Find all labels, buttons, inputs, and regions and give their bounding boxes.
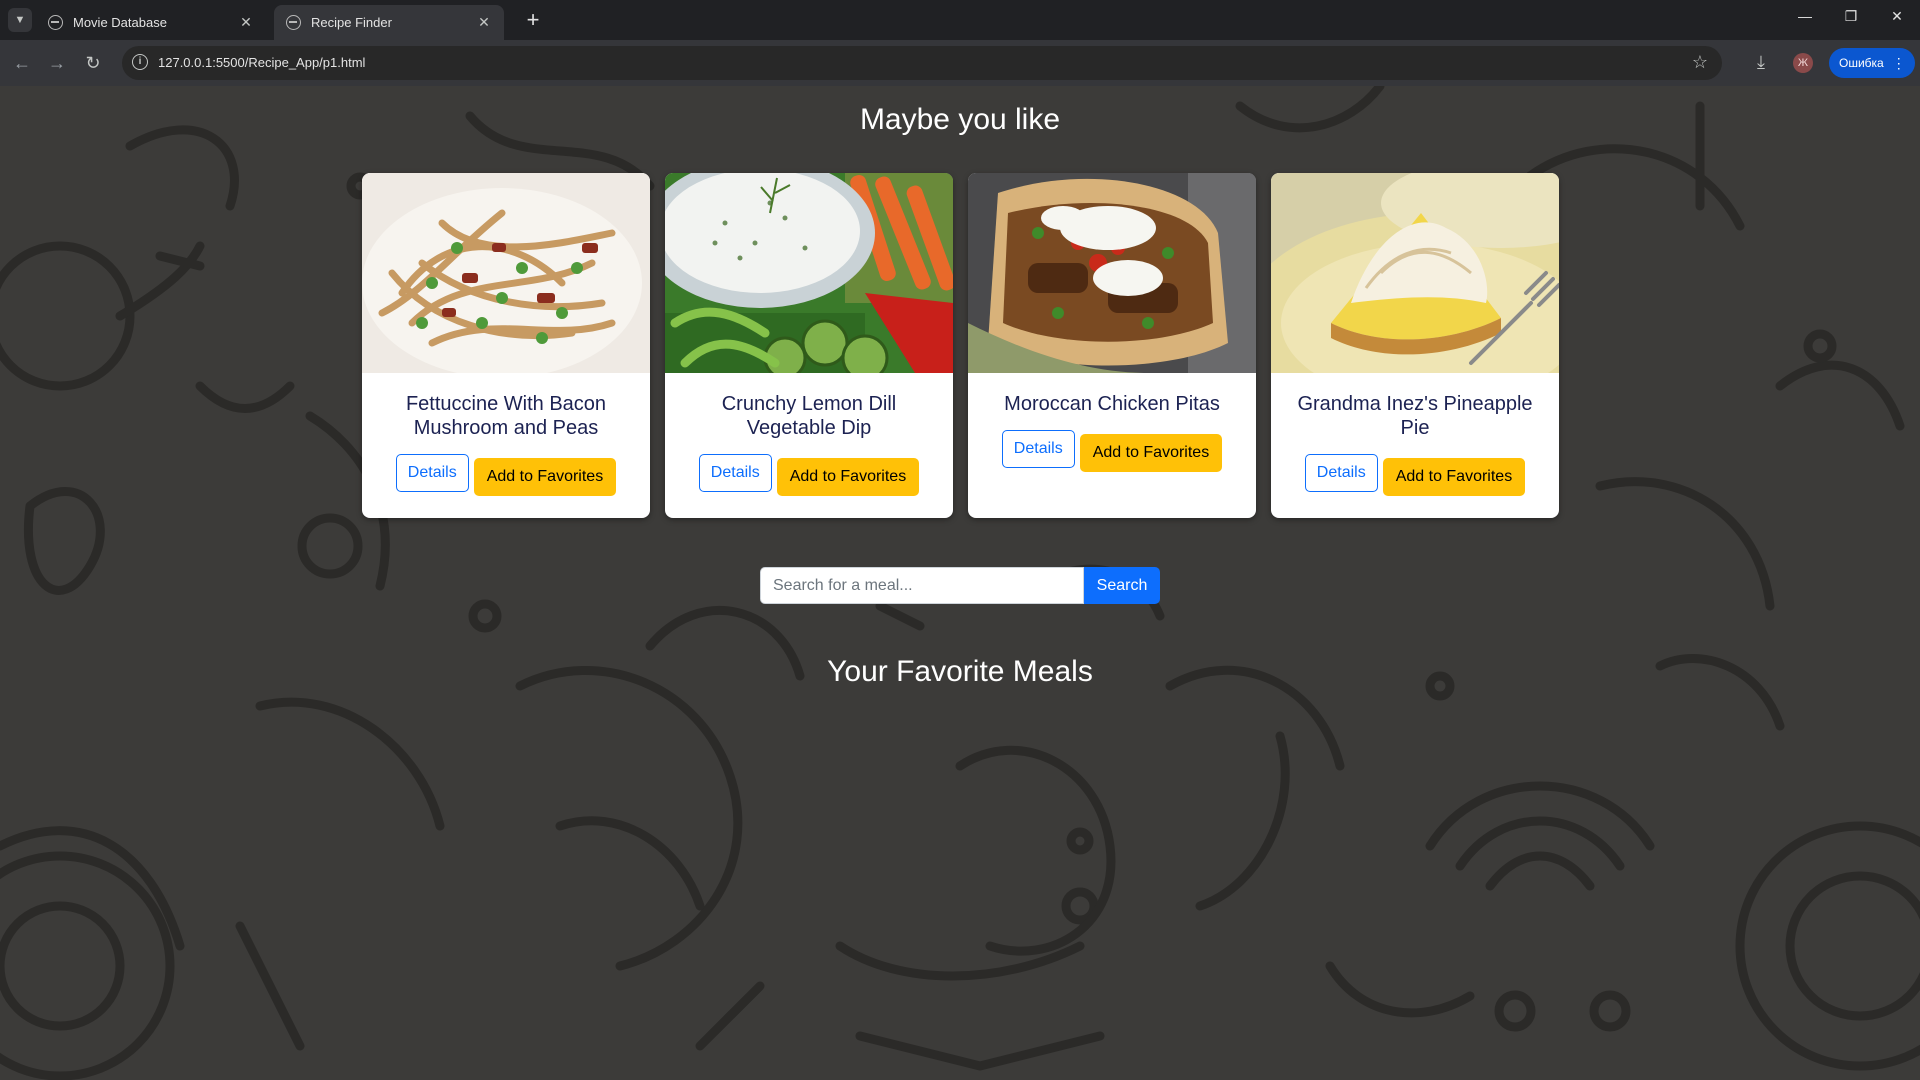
bookmark-star-icon[interactable]: ☆ — [1692, 52, 1708, 73]
error-button[interactable]: Ошибка ⋮ — [1829, 48, 1915, 78]
new-tab-plus-icon[interactable]: + — [520, 7, 546, 33]
restore-icon[interactable]: ❐ — [1836, 8, 1866, 25]
tab-title: Recipe Finder — [311, 15, 392, 30]
suggestions-heading: Maybe you like — [859, 103, 1061, 136]
details-button[interactable]: Details — [698, 454, 772, 492]
globe-icon — [286, 15, 301, 30]
address-bar[interactable]: i 127.0.0.1:5500/Recipe_App/p1.html ☆ — [122, 46, 1722, 80]
meal-card: Moroccan Chicken Pitas Details Add to Fa… — [968, 173, 1256, 518]
kebab-menu-icon: ⋮ — [1891, 54, 1906, 71]
close-icon[interactable]: ✕ — [238, 14, 254, 31]
forward-arrow-icon[interactable]: → — [45, 51, 69, 75]
details-button[interactable]: Details — [395, 454, 469, 492]
suggestion-cards: Fettuccine With Bacon Mushroom and Peas … — [362, 173, 1559, 518]
back-arrow-icon[interactable]: ← — [10, 51, 34, 75]
browser-toolbar: ← → ↻ i 127.0.0.1:5500/Recipe_App/p1.htm… — [0, 40, 1920, 86]
tab-search-chevron-down-icon[interactable]: ▼ — [8, 8, 32, 32]
add-to-favorites-button[interactable]: Add to Favorites — [776, 458, 920, 496]
meal-card: Grandma Inez's Pineapple Pie Details Add… — [1271, 173, 1559, 518]
tab-title: Movie Database — [73, 15, 167, 30]
window-close-icon[interactable]: ✕ — [1882, 8, 1912, 25]
globe-icon — [48, 15, 63, 30]
meal-card: Fettuccine With Bacon Mushroom and Peas … — [362, 173, 650, 518]
meal-image — [362, 173, 650, 373]
minimize-icon[interactable]: — — [1790, 8, 1820, 24]
close-icon[interactable]: ✕ — [476, 14, 492, 31]
add-to-favorites-button[interactable]: Add to Favorites — [1079, 434, 1223, 472]
tab-recipe-finder[interactable]: Recipe Finder ✕ — [274, 5, 504, 40]
card-actions: Details Add to Favorites — [1271, 454, 1559, 496]
profile-avatar[interactable]: Ж — [1793, 53, 1813, 73]
details-button[interactable]: Details — [1304, 454, 1378, 492]
tab-movie-database[interactable]: Movie Database ✕ — [36, 5, 266, 40]
card-actions: Details Add to Favorites — [968, 430, 1256, 472]
meal-title: Fettuccine With Bacon Mushroom and Peas — [405, 393, 607, 439]
error-label: Ошибка — [1839, 56, 1884, 70]
search-button[interactable]: Search — [1084, 567, 1160, 604]
card-actions: Details Add to Favorites — [665, 454, 953, 496]
site-info-icon[interactable]: i — [132, 54, 148, 70]
card-actions: Details Add to Favorites — [362, 454, 650, 496]
add-to-favorites-button[interactable]: Add to Favorites — [473, 458, 617, 496]
browser-tab-strip: ▼ Movie Database ✕ Recipe Finder ✕ + — ❐… — [0, 0, 1920, 40]
details-button[interactable]: Details — [1001, 430, 1075, 468]
url-text[interactable]: 127.0.0.1:5500/Recipe_App/p1.html — [158, 55, 365, 70]
meal-image — [968, 173, 1256, 373]
meal-card: Crunchy Lemon Dill Vegetable Dip Details… — [665, 173, 953, 518]
favorites-heading: Your Favorite Meals — [827, 655, 1093, 688]
search-bar: Search — [760, 567, 1160, 604]
meal-image — [665, 173, 953, 373]
meal-title: Moroccan Chicken Pitas — [1004, 393, 1220, 415]
meal-title: Grandma Inez's Pineapple Pie — [1297, 393, 1533, 439]
download-icon[interactable]: ⤓ — [1757, 52, 1765, 73]
meal-title: Crunchy Lemon Dill Vegetable Dip — [721, 393, 897, 439]
reload-icon[interactable]: ↻ — [81, 51, 105, 75]
page-viewport: Maybe you like Fettuccine With Bacon Mus… — [0, 86, 1920, 1080]
search-input[interactable] — [760, 567, 1084, 604]
add-to-favorites-button[interactable]: Add to Favorites — [1382, 458, 1526, 496]
meal-image — [1271, 173, 1559, 373]
